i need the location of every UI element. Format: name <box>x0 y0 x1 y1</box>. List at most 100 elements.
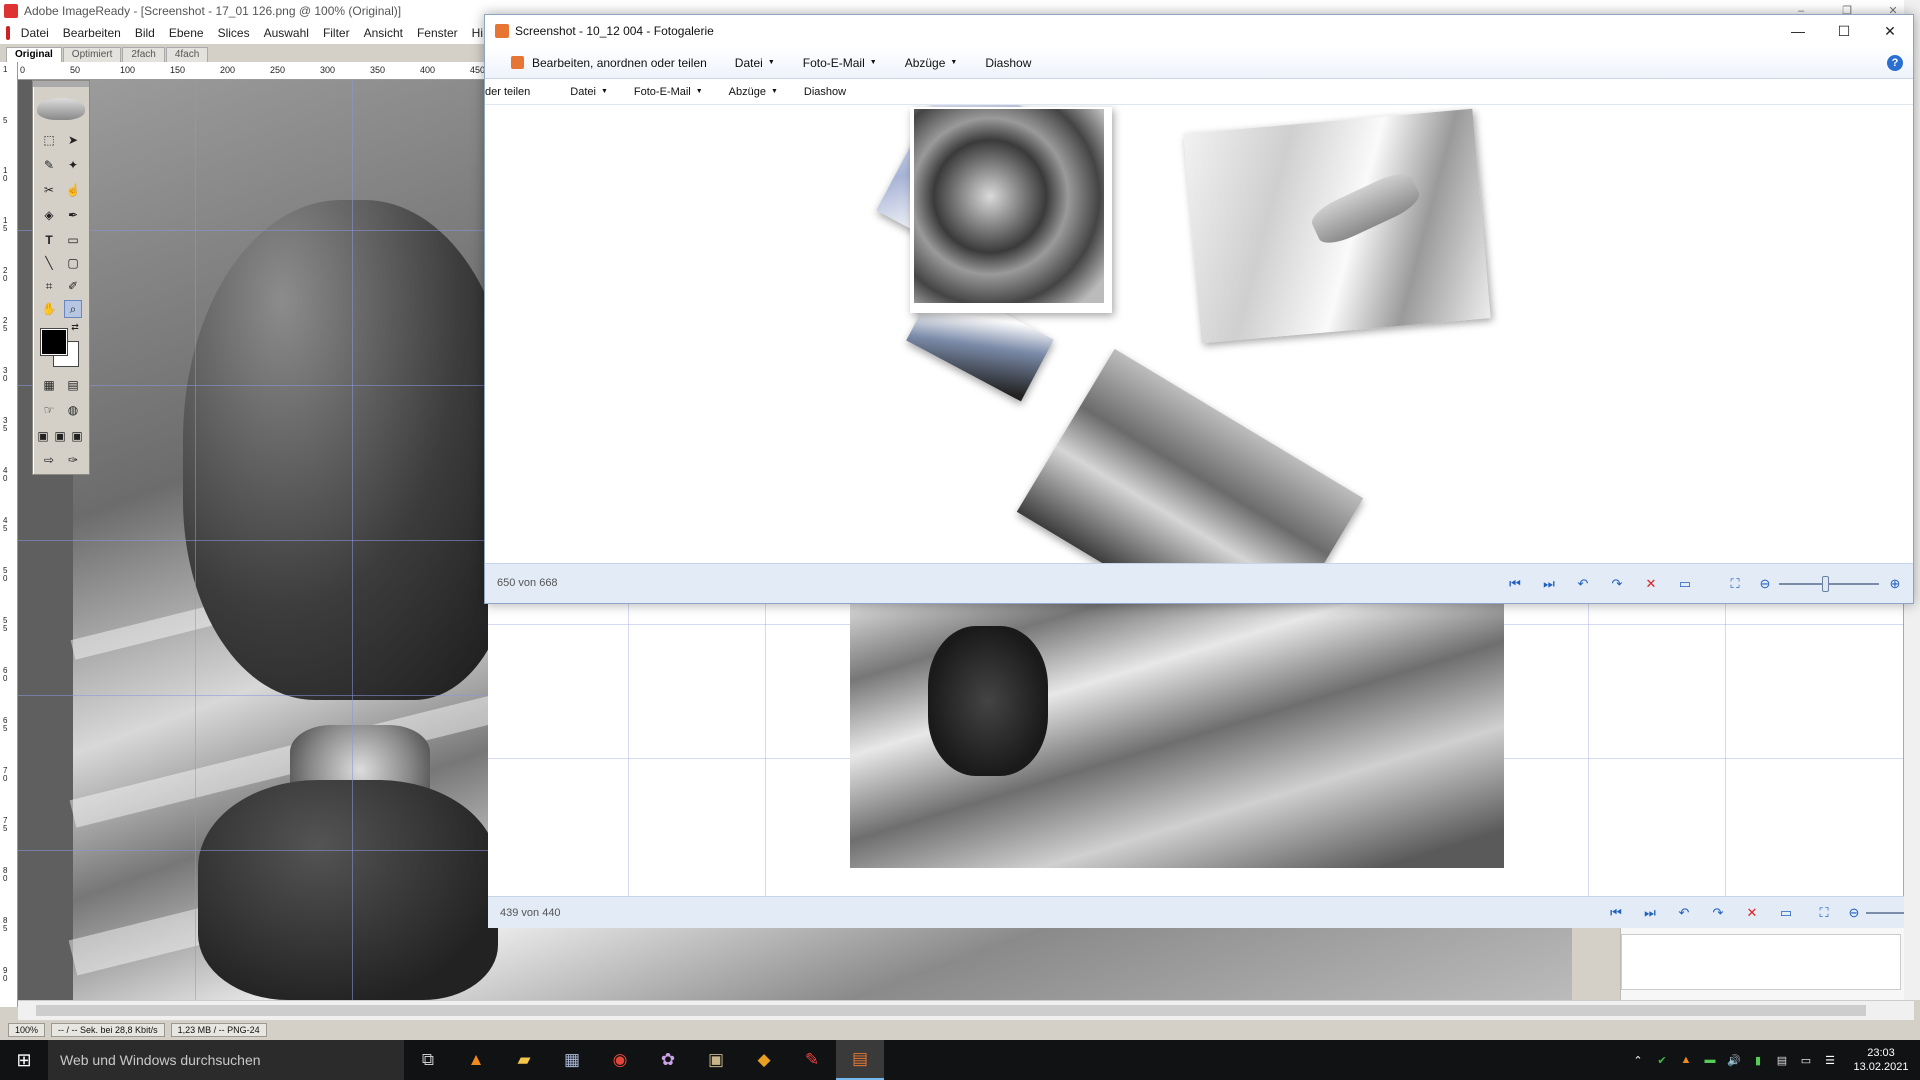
help-icon[interactable]: ? <box>1887 55 1903 71</box>
marquee-icon[interactable]: ⬚ <box>40 131 58 149</box>
menu-slices[interactable]: Slices <box>211 26 257 40</box>
slice-select-icon[interactable]: ☝ <box>64 181 82 199</box>
document-icon[interactable] <box>6 26 10 40</box>
file-explorer-icon[interactable]: ▰ <box>500 1040 548 1080</box>
brush-icon[interactable]: ✒ <box>64 206 82 224</box>
zoom-out-icon[interactable]: ⊖ <box>1755 574 1775 594</box>
menu-auswahl[interactable]: Auswahl <box>257 26 316 40</box>
tab-4fach[interactable]: 4fach <box>165 47 209 62</box>
rectangle-icon[interactable]: ▭ <box>64 231 82 249</box>
menu-bild[interactable]: Bild <box>128 26 162 40</box>
vlc-tray-icon[interactable]: ▲ <box>1674 1054 1698 1066</box>
horizontal-scrollbar-thumb[interactable] <box>36 1005 1866 1016</box>
jump-to-photoshop-icon[interactable]: ⇨ <box>40 451 58 469</box>
slideshow-icon[interactable]: ▭ <box>1675 574 1695 594</box>
foreground-color-swatch[interactable] <box>40 328 68 356</box>
move-icon[interactable]: ➤ <box>64 131 82 149</box>
photo-card-street[interactable] <box>1016 348 1364 563</box>
screen-mode-standard-icon[interactable]: ▣ <box>36 427 50 445</box>
next-icon[interactable]: ⏭ <box>1640 903 1660 923</box>
gallery-titlebar[interactable]: Screenshot - 10_12 004 - Fotogalerie — ☐… <box>485 15 1913 47</box>
file-size-field[interactable]: 1,23 MB / -- PNG-24 <box>170 1023 267 1037</box>
prints-menu-button[interactable]: Abzüge ▼ <box>891 56 972 70</box>
zoom-out-icon[interactable]: ⊖ <box>1844 903 1864 923</box>
next-icon[interactable]: ⏭ <box>1539 574 1559 594</box>
toggle-image-map-icon[interactable]: ▤ <box>64 376 82 394</box>
minimize-icon[interactable]: — <box>1775 15 1821 47</box>
rotate-left-icon[interactable]: ↶ <box>1674 903 1694 923</box>
guide-line[interactable] <box>195 80 196 1000</box>
toolbox-handle[interactable] <box>33 81 89 87</box>
photo-email-menu-button[interactable]: Foto-E-Mail ▼ <box>789 56 891 70</box>
search-box[interactable]: Web und Windows durchsuchen <box>48 1040 404 1080</box>
zoom-slider-thumb[interactable] <box>1822 576 1829 592</box>
rollover-icon[interactable]: ☞ <box>40 401 58 419</box>
edit-in-icon[interactable]: ✑ <box>64 451 82 469</box>
vlc-icon[interactable]: ▲ <box>452 1040 500 1080</box>
menu-filter[interactable]: Filter <box>316 26 357 40</box>
zoom-level-field[interactable]: 100% <box>8 1023 46 1037</box>
photo-gallery-taskbar-icon[interactable]: ▤ <box>836 1040 884 1080</box>
volume-icon[interactable]: 🔊 <box>1722 1054 1746 1067</box>
menu-datei[interactable]: Datei <box>14 26 56 40</box>
download-speed-field[interactable]: -- / -- Sek. bei 28,8 Kbit/s <box>51 1023 165 1037</box>
crop-icon[interactable]: ⌗ <box>40 277 58 295</box>
task-view-icon[interactable]: ⧉ <box>404 1040 452 1080</box>
gallery-viewer[interactable] <box>485 105 1913 563</box>
media-app-icon[interactable]: ▣ <box>692 1040 740 1080</box>
previous-icon[interactable]: ⏮ <box>1505 574 1525 594</box>
tab-optimiert[interactable]: Optimiert <box>62 47 122 62</box>
slideshow-icon[interactable]: ▭ <box>1776 903 1796 923</box>
eraser-icon[interactable]: ◈ <box>40 206 58 224</box>
picasa-icon[interactable]: ✿ <box>644 1040 692 1080</box>
preview-browser-icon[interactable]: ◍ <box>64 401 82 419</box>
clock[interactable]: 23:03 13.02.2021 <box>1842 1046 1920 1074</box>
edit-arrange-share-button[interactable]: Bearbeiten, anordnen oder teilen <box>532 56 721 70</box>
windows-start-icon[interactable]: ⊞ <box>0 1040 48 1080</box>
chevron-up-icon[interactable]: ⌃ <box>1626 1054 1650 1067</box>
lasso-icon[interactable]: ✎ <box>40 156 58 174</box>
line-icon[interactable]: ╲ <box>40 254 58 272</box>
imageready-taskbar-icon[interactable]: ✎ <box>788 1040 836 1080</box>
photo-card-man-window[interactable] <box>1183 108 1491 344</box>
rotate-left-icon[interactable]: ↶ <box>1573 574 1593 594</box>
toggle-slices-icon[interactable]: ▦ <box>40 376 58 394</box>
type-icon[interactable]: T <box>40 231 58 249</box>
fit-window-icon[interactable]: ⛶ <box>1725 574 1745 594</box>
file-menu-button[interactable]: Datei ▼ <box>721 56 789 70</box>
feather-logo-icon[interactable] <box>37 98 85 120</box>
horizontal-scrollbar[interactable] <box>18 1000 1914 1020</box>
menu-fenster[interactable]: Fenster <box>410 26 465 40</box>
paint-app-icon[interactable]: ◆ <box>740 1040 788 1080</box>
zoom-in-icon[interactable]: ⊕ <box>1885 574 1905 594</box>
chrome-icon[interactable]: ◉ <box>596 1040 644 1080</box>
rounded-rect-icon[interactable]: ▢ <box>64 254 82 272</box>
maximize-icon[interactable]: ☐ <box>1821 15 1867 47</box>
delete-icon[interactable]: ✕ <box>1641 574 1661 594</box>
keyboard-icon[interactable]: ▤ <box>1770 1054 1794 1067</box>
swap-colors-icon[interactable]: ⇄ <box>69 321 81 333</box>
hand-icon[interactable]: ✋ <box>40 300 58 318</box>
menu-ebene[interactable]: Ebene <box>162 26 211 40</box>
rotate-right-icon[interactable]: ↷ <box>1607 574 1627 594</box>
security-icon[interactable]: ✔ <box>1650 1054 1674 1067</box>
delete-icon[interactable]: ✕ <box>1742 903 1762 923</box>
screen-mode-full-icon[interactable]: ▣ <box>70 427 84 445</box>
network-monitor-icon[interactable]: ▬ <box>1698 1054 1722 1066</box>
zoom-slider-track[interactable] <box>1866 912 1904 914</box>
zoom-slider-track[interactable] <box>1779 583 1879 585</box>
slideshow-button[interactable]: Diashow <box>971 56 1045 70</box>
eyedropper-icon[interactable]: ✐ <box>64 277 82 295</box>
nvidia-icon[interactable]: ▮ <box>1746 1054 1770 1067</box>
tab-2fach[interactable]: 2fach <box>122 47 165 62</box>
screen-mode-full-menu-icon[interactable]: ▣ <box>53 427 67 445</box>
menu-ansicht[interactable]: Ansicht <box>357 26 410 40</box>
menu-bearbeiten[interactable]: Bearbeiten <box>56 26 128 40</box>
tab-original[interactable]: Original <box>6 47 62 62</box>
magic-wand-icon[interactable]: ✦ <box>64 156 82 174</box>
network-icon[interactable]: ▭ <box>1794 1054 1818 1067</box>
close-icon[interactable]: ✕ <box>1867 15 1913 47</box>
calculator-icon[interactable]: ▦ <box>548 1040 596 1080</box>
notifications-icon[interactable]: ☰ <box>1818 1054 1842 1067</box>
previous-icon[interactable]: ⏮ <box>1606 903 1626 923</box>
